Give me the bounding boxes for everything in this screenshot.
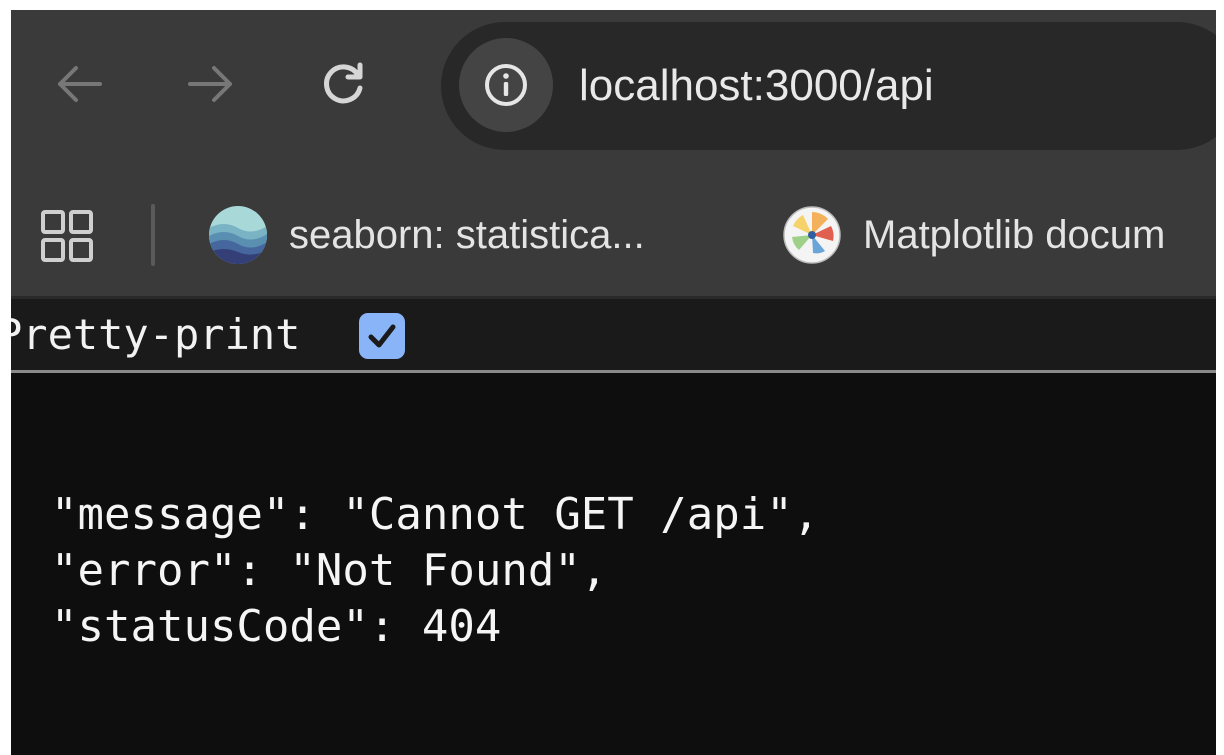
close-brace: }	[11, 665, 16, 717]
json-viewer: { "message": "Cannot GET /api", "error":…	[11, 385, 1216, 755]
browser-window: localhost:3000/api seaborn: statistica..…	[11, 10, 1216, 755]
bookmark-seaborn[interactable]: seaborn: statistica...	[209, 204, 645, 266]
arrow-right-icon	[188, 66, 232, 102]
json-line-error: "error": "Not Found",	[51, 545, 608, 596]
bookmark-matplotlib[interactable]: Matplotlib docum	[783, 204, 1165, 266]
site-info-button[interactable]	[459, 38, 553, 132]
reload-icon	[324, 62, 363, 104]
checkmark-icon	[368, 324, 396, 348]
seaborn-logo-icon	[209, 206, 267, 264]
matplotlib-logo-icon	[783, 206, 841, 264]
bookmark-label: Matplotlib docum	[863, 213, 1166, 257]
bookmark-label: seaborn: statistica...	[289, 213, 645, 257]
bookmarks-bar: seaborn: statistica... Matplotlib docum	[11, 160, 1216, 298]
bookmarks-divider	[151, 204, 155, 266]
apps-grid-icon[interactable]	[39, 208, 95, 264]
open-brace: {	[11, 420, 16, 472]
json-line-message: "message": "Cannot GET /api",	[51, 489, 820, 540]
back-button[interactable]	[49, 54, 109, 114]
browser-toolbar: localhost:3000/api	[11, 10, 1216, 160]
arrow-left-icon	[58, 66, 102, 102]
pretty-print-bar: Pretty-print	[11, 299, 1216, 373]
json-line-status-code: "statusCode": 404	[51, 601, 502, 652]
info-icon	[485, 64, 527, 106]
forward-button[interactable]	[181, 54, 241, 114]
url-text[interactable]: localhost:3000/api	[579, 60, 934, 112]
address-bar[interactable]: localhost:3000/api	[441, 22, 1216, 150]
reload-button[interactable]	[313, 54, 373, 114]
pretty-print-checkbox[interactable]	[359, 313, 405, 359]
pretty-print-label: Pretty-print	[11, 310, 301, 359]
